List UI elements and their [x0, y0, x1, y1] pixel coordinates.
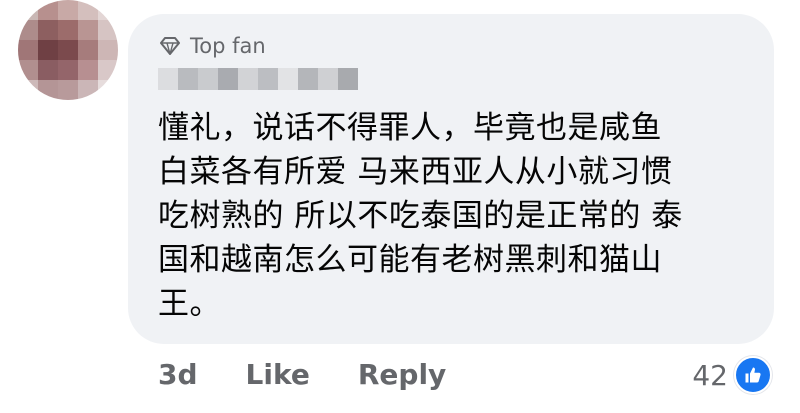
timestamp[interactable]: 3d — [158, 358, 198, 391]
comment-line: 懂礼，说话不得罪人，毕竟也是咸鱼 — [158, 110, 662, 146]
reaction-summary[interactable]: 42 — [692, 356, 772, 394]
reaction-count: 42 — [692, 358, 728, 392]
comment-item: Top fan 懂礼，说话不得罪人，毕竟也是咸鱼 白菜各有所爱 马来西亚人从小就… — [0, 0, 800, 413]
thumbs-up-icon — [734, 356, 772, 394]
author-name-redacted[interactable] — [158, 68, 358, 90]
comment-actions: 3d Like Reply — [158, 358, 446, 391]
diamond-icon — [160, 37, 180, 55]
comment-line: 王。 — [158, 286, 221, 322]
comment-line: 国和越南怎么可能有老树黑刺和猫山 — [158, 242, 662, 278]
top-fan-badge: Top fan — [160, 34, 266, 58]
reply-button[interactable]: Reply — [358, 358, 446, 391]
avatar[interactable] — [18, 0, 118, 100]
comment-text: 懂礼，说话不得罪人，毕竟也是咸鱼 白菜各有所爱 马来西亚人从小就习惯 吃树熟的 … — [158, 106, 758, 326]
comment-line: 白菜各有所爱 马来西亚人从小就习惯 — [158, 154, 673, 190]
comment-bubble: Top fan 懂礼，说话不得罪人，毕竟也是咸鱼 白菜各有所爱 马来西亚人从小就… — [128, 14, 774, 344]
top-fan-label: Top fan — [190, 34, 266, 58]
comment-line: 吃树熟的 所以不吃泰国的是正常的 泰 — [158, 198, 683, 234]
like-button[interactable]: Like — [246, 358, 310, 391]
